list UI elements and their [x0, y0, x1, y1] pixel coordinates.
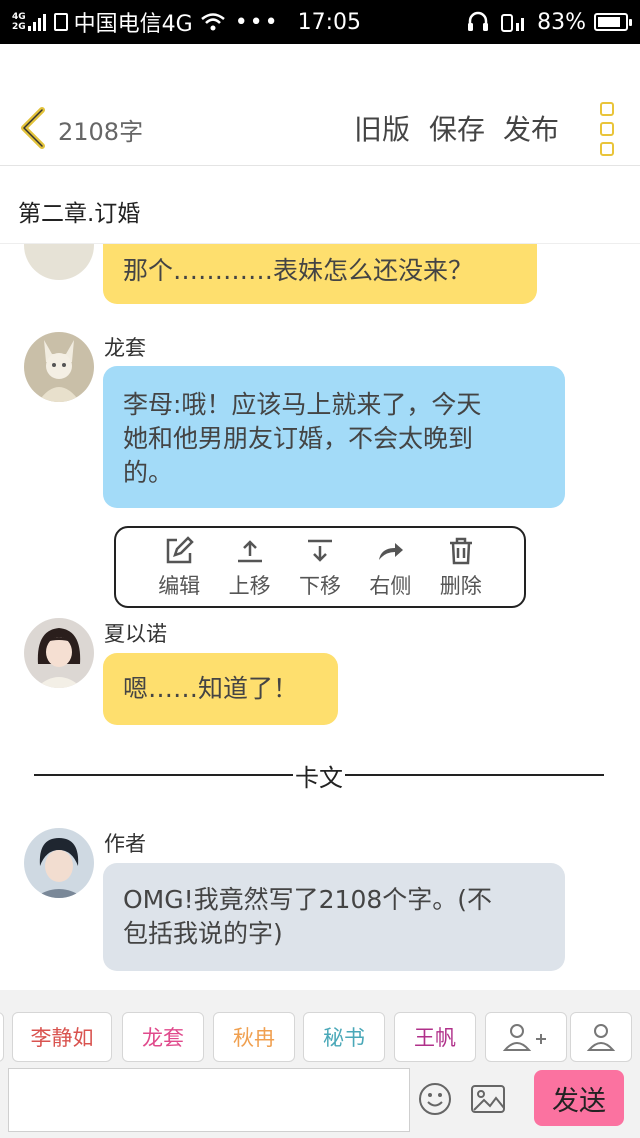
- avatar[interactable]: [24, 244, 94, 280]
- message-bubble[interactable]: OMG!我竟然写了2108个字。(不 包括我说的字): [103, 863, 565, 971]
- message-text: 李母:哦！应该马上就来了，今天: [123, 390, 482, 419]
- avatar[interactable]: [24, 618, 94, 688]
- character-chip[interactable]: 王帆: [394, 1012, 476, 1062]
- avatar[interactable]: [24, 332, 94, 402]
- chat-area[interactable]: 那个…………表妹怎么还没来？ 龙套 李母:哦！应该马上就来了，今天 她和他男朋友…: [0, 244, 640, 990]
- image-icon[interactable]: [470, 1084, 506, 1114]
- old-version-button[interactable]: 旧版: [354, 108, 410, 148]
- message-input[interactable]: [8, 1068, 410, 1132]
- call-signal-icon: [501, 14, 525, 32]
- battery-percent: 83%: [537, 9, 586, 35]
- add-user-icon: [502, 1024, 546, 1051]
- message-bubble[interactable]: 嗯……知道了！: [103, 653, 338, 725]
- character-chip[interactable]: 秋冉: [213, 1012, 295, 1062]
- emoji-icon[interactable]: [418, 1082, 452, 1116]
- edit-button[interactable]: 编辑: [146, 528, 212, 606]
- divider-line: [345, 774, 604, 776]
- move-down-icon: [307, 539, 332, 562]
- move-up-icon: [237, 540, 262, 563]
- publish-button[interactable]: 发布: [503, 108, 559, 148]
- character-name: 秋冉: [233, 1026, 275, 1050]
- user-icon: [586, 1024, 616, 1051]
- character-name: 龙套: [142, 1026, 184, 1050]
- carrier-label: 中国电信4G: [73, 12, 193, 37]
- character-name: 王帆: [414, 1026, 456, 1050]
- character-selector: 李静如 龙套 秋冉 秘书 王帆: [0, 990, 640, 1064]
- message-text: 嗯……知道了！: [123, 674, 299, 703]
- add-character-button[interactable]: [485, 1012, 567, 1062]
- sim-icon: [53, 13, 68, 31]
- edit-icon: [166, 536, 194, 564]
- character-chip[interactable]: 龙套: [122, 1012, 204, 1062]
- back-arrow-icon[interactable]: [16, 106, 50, 150]
- chapter-title[interactable]: 第二章.订婚: [0, 166, 640, 244]
- battery-icon: [594, 13, 632, 31]
- clock: 17:05: [297, 9, 362, 35]
- editor-header: 2108字 旧版 保存 发布: [0, 44, 640, 166]
- wifi-icon: [200, 13, 225, 31]
- network-2g-label: 2G: [12, 22, 26, 32]
- divider-label: 卡文: [295, 763, 343, 792]
- send-button[interactable]: 发送: [534, 1070, 624, 1126]
- character-chip-partial[interactable]: [0, 1012, 4, 1062]
- message-text: 她和他男朋友订婚，不会太晚到: [123, 424, 474, 453]
- delete-button[interactable]: 删除: [428, 528, 494, 606]
- forward-icon: [379, 543, 404, 560]
- network-4g-label: 4G: [12, 12, 26, 22]
- character-name: 李静如: [30, 1026, 94, 1050]
- message-input-bar: 发送: [0, 1064, 640, 1138]
- save-button[interactable]: 保存: [429, 108, 485, 148]
- character-chip[interactable]: 秘书: [303, 1012, 385, 1062]
- move-right-button[interactable]: 右侧: [357, 528, 423, 606]
- network-type: 4G 2G: [12, 12, 26, 32]
- word-count: 2108字: [58, 118, 144, 146]
- message-text: 的。: [123, 458, 174, 487]
- delete-label: 删除: [439, 574, 482, 598]
- divider-line: [34, 774, 293, 776]
- section-divider: 卡文: [34, 760, 604, 792]
- message-action-toolbar: 编辑 上移 下移 右侧 删除: [114, 526, 526, 608]
- sender-name: 作者: [104, 832, 146, 856]
- more-menu-icon[interactable]: [600, 102, 614, 156]
- edit-label: 编辑: [158, 574, 201, 598]
- message-text: 那个…………表妹怎么还没来？: [123, 256, 474, 285]
- headset-icon: [468, 11, 489, 31]
- move-down-label: 下移: [298, 574, 341, 598]
- sender-name: 龙套: [104, 336, 146, 360]
- status-bar: 4G 2G 中国电信4G ••• 17:05 83%: [0, 0, 640, 44]
- move-down-button[interactable]: 下移: [287, 528, 353, 606]
- message-text: 包括我说的字): [123, 919, 283, 948]
- character-name: 秘书: [323, 1026, 365, 1050]
- message-bubble[interactable]: 李母:哦！应该马上就来了，今天 她和他男朋友订婚，不会太晚到 的。: [103, 366, 565, 508]
- sender-name: 夏以诺: [104, 622, 167, 646]
- move-right-label: 右侧: [369, 574, 412, 598]
- avatar[interactable]: [24, 828, 94, 898]
- character-chip[interactable]: 李静如: [12, 1012, 112, 1062]
- trash-icon: [449, 537, 472, 565]
- more-notifications-icon: •••: [234, 9, 280, 35]
- message-text: OMG!我竟然写了2108个字。(不: [123, 885, 493, 914]
- signal-icon: [27, 13, 46, 31]
- message-bubble[interactable]: 那个…………表妹怎么还没来？: [103, 244, 537, 304]
- move-up-label: 上移: [228, 574, 271, 598]
- character-manage-button[interactable]: [570, 1012, 632, 1062]
- move-up-button[interactable]: 上移: [217, 528, 283, 606]
